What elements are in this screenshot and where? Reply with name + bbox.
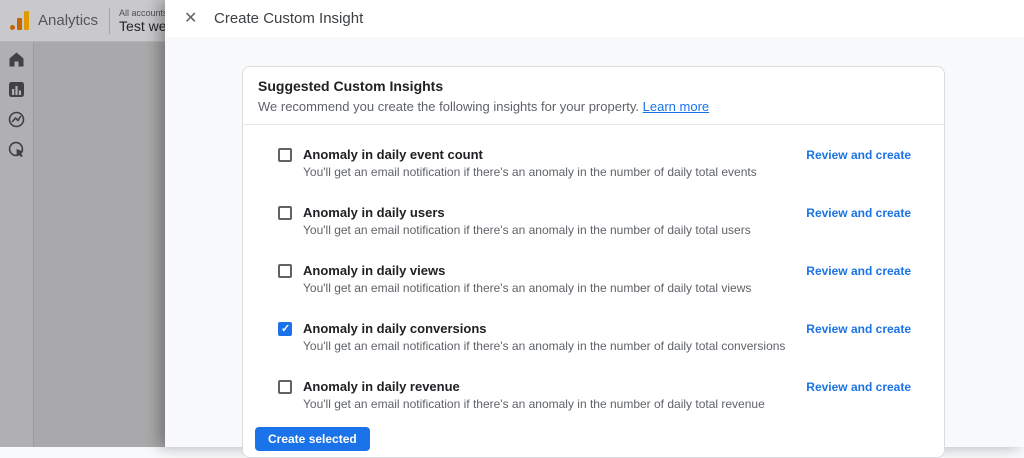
review-and-create-link[interactable]: Review and create [806,148,911,162]
explore-icon[interactable] [8,111,25,128]
dimmed-content-scrim [34,42,165,447]
modal-body: Suggested Custom Insights We recommend y… [165,66,1024,458]
insight-checkbox[interactable] [278,206,292,220]
review-and-create-link[interactable]: Review and create [806,206,911,220]
advertising-icon[interactable] [8,141,25,158]
nav-rail [0,42,34,447]
insight-description: You'll get an email notification if ther… [303,397,765,411]
review-and-create-link[interactable]: Review and create [806,322,911,336]
insight-title: Anomaly in daily conversions [303,321,487,336]
insight-description: You'll get an email notification if ther… [303,339,786,353]
background-page: Analytics All accounts > T Test web [0,0,165,447]
brand-title: Analytics [38,12,99,29]
insight-checkbox[interactable] [278,380,292,394]
insight-row-users: Anomaly in daily users You'll get an ema… [243,192,944,250]
insight-row-conversions: Anomaly in daily conversions You'll get … [243,308,944,366]
card-subheading-text: We recommend you create the following in… [258,99,640,114]
modal-header: ✕ Create Custom Insight [165,0,1024,37]
insight-title: Anomaly in daily event count [303,147,483,162]
insight-description: You'll get an email notification if ther… [303,281,752,295]
breadcrumb[interactable]: All accounts > T Test web [119,8,165,34]
insight-row-views: Anomaly in daily views You'll get an ema… [243,250,944,308]
home-icon[interactable] [8,51,25,68]
app-header: Analytics All accounts > T Test web [0,0,165,42]
create-custom-insight-modal: ✕ Create Custom Insight Suggested Custom… [165,0,1024,458]
page-body [0,42,165,447]
learn-more-link[interactable]: Learn more [643,99,709,114]
card-heading: Suggested Custom Insights [258,78,444,94]
insight-checkbox[interactable] [278,148,292,162]
insight-title: Anomaly in daily views [303,263,446,278]
close-icon[interactable]: ✕ [184,9,204,29]
breadcrumb-accounts: All accounts > T [119,7,165,18]
header-divider [109,7,111,34]
insight-title: Anomaly in daily revenue [303,379,460,394]
insight-description: You'll get an email notification if ther… [303,223,751,237]
create-selected-button[interactable]: Create selected [255,427,370,451]
modal-title: Create Custom Insight [214,10,364,27]
breadcrumb-property: Test web [119,17,165,34]
insight-description: You'll get an email notification if ther… [303,165,757,179]
review-and-create-link[interactable]: Review and create [806,380,911,394]
insight-row-revenue: Anomaly in daily revenue You'll get an e… [243,366,944,424]
insight-row-event-count: Anomaly in daily event count You'll get … [243,134,944,192]
insight-rows: Anomaly in daily event count You'll get … [243,125,944,424]
card-subheading: We recommend you create the following in… [258,98,928,115]
review-and-create-link[interactable]: Review and create [806,264,911,278]
insight-title: Anomaly in daily users [303,205,445,220]
reports-icon[interactable] [8,81,25,98]
card-header: Suggested Custom Insights We recommend y… [243,67,944,125]
insight-checkbox[interactable] [278,264,292,278]
suggested-insights-card: Suggested Custom Insights We recommend y… [242,66,945,458]
analytics-logo-icon [10,11,29,30]
insight-checkbox[interactable] [278,322,292,336]
